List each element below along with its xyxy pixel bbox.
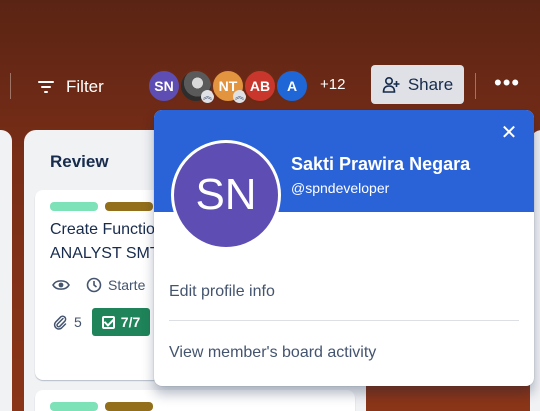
popover-divider — [169, 320, 519, 321]
edit-profile-link[interactable]: Edit profile info — [169, 283, 275, 301]
more-options-icon[interactable]: ••• — [494, 72, 520, 94]
clock-icon — [86, 277, 102, 293]
view-activity-link[interactable]: View member's board activity — [169, 344, 376, 362]
member-avatar[interactable]: AB — [243, 69, 277, 103]
card-badges: Starte — [52, 277, 145, 293]
filter-button[interactable]: Filter — [38, 72, 104, 102]
member-profile-popover: ✕ SN Sakti Prawira Negara @spndeveloper … — [154, 110, 534, 386]
card-label-olive[interactable] — [105, 202, 153, 211]
header-divider — [475, 73, 476, 99]
more-members-count[interactable]: +12 — [320, 76, 345, 93]
watch-eye-icon — [52, 280, 70, 290]
card-label-green[interactable] — [50, 402, 98, 411]
board-list-partial — [0, 130, 12, 411]
card-label-green[interactable] — [50, 202, 98, 211]
member-avatar[interactable]: SN — [147, 69, 181, 103]
card-label-olive[interactable] — [105, 402, 153, 411]
profile-name: Sakti Prawira Negara — [291, 154, 471, 174]
checkbox-icon — [101, 315, 115, 329]
header-divider — [10, 73, 11, 99]
profile-handle: @spndeveloper — [291, 180, 390, 196]
profile-avatar: SN — [171, 140, 281, 250]
card-title: Create Functio ANALYST SMT — [50, 221, 160, 262]
checklist-badge: 7/7 — [91, 308, 151, 336]
filter-icon — [38, 81, 54, 93]
list-title[interactable]: Review — [50, 152, 109, 172]
add-person-icon — [382, 76, 400, 93]
filter-label: Filter — [66, 77, 104, 96]
attachments-badge: 5 — [52, 314, 82, 330]
start-date-badge: Starte — [86, 277, 145, 293]
close-icon[interactable]: ✕ — [500, 123, 518, 143]
share-button[interactable]: Share — [371, 65, 464, 104]
board-header: Filter SN ︽ NT ︽ AB A +12 Share ••• — [0, 0, 540, 120]
member-avatar[interactable]: A — [275, 69, 309, 103]
paperclip-icon — [53, 315, 67, 330]
card-badges-row2: 5 7/7 — [52, 308, 151, 336]
share-label: Share — [407, 74, 454, 94]
